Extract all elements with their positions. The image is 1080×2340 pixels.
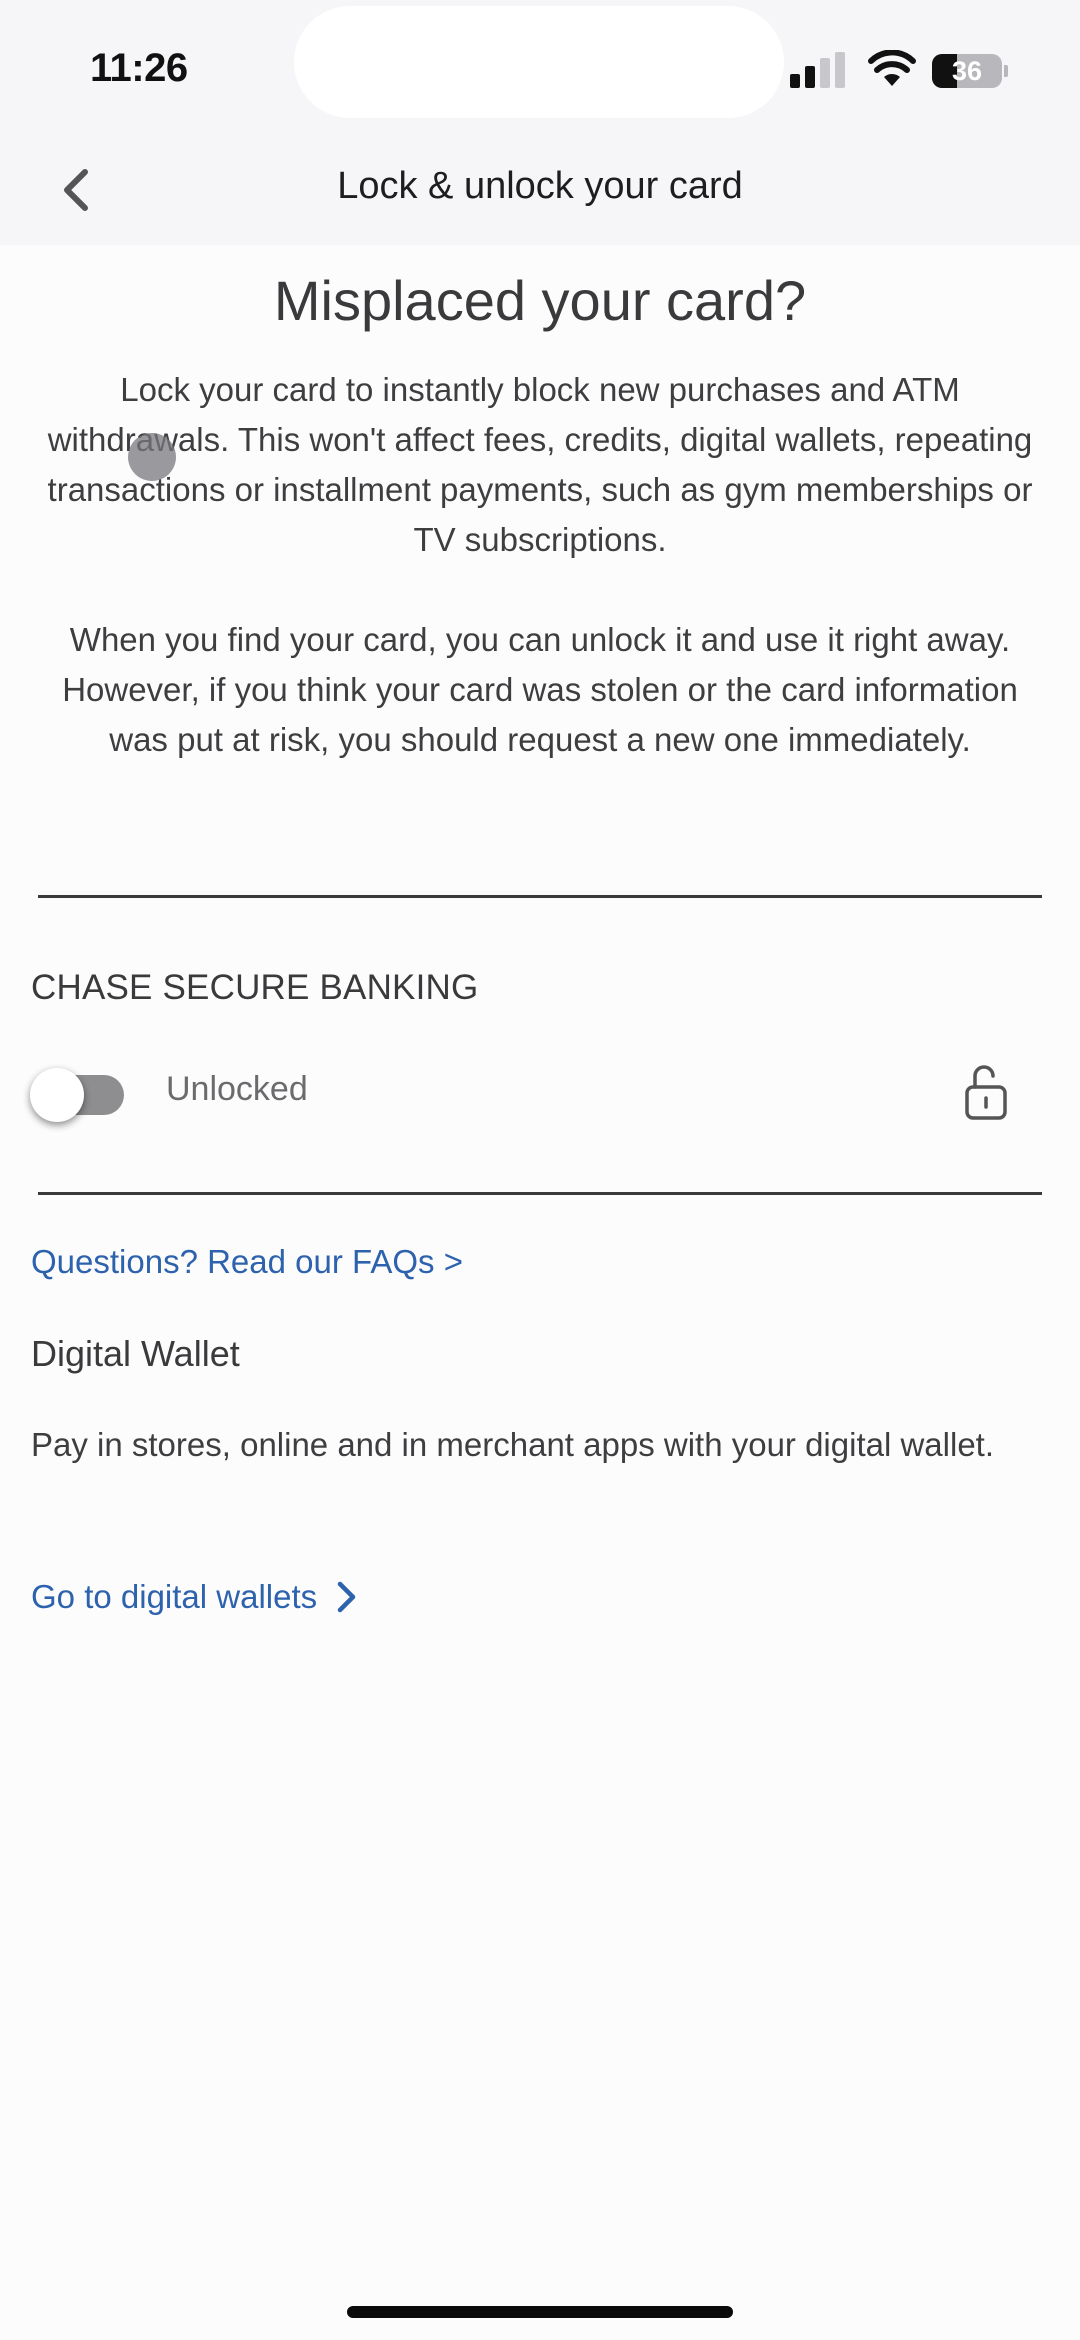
divider	[38, 1192, 1042, 1195]
page-title: Lock & unlock your card	[337, 165, 743, 207]
battery-percent: 36	[951, 56, 983, 86]
signal-bar	[790, 74, 800, 88]
signal-bar	[835, 52, 845, 88]
go-to-digital-wallets-link[interactable]: Go to digital wallets	[31, 1578, 361, 1616]
lock-status-label: Unlocked	[166, 1070, 308, 1108]
battery-icon: 36	[932, 54, 1008, 88]
account-name: CHASE SECURE BANKING	[31, 968, 479, 1007]
battery-body: 36	[932, 54, 1002, 88]
battery-nub	[1004, 65, 1008, 77]
signal-bar	[805, 66, 815, 88]
faq-link[interactable]: Questions? Read our FAQs >	[31, 1243, 463, 1281]
digital-wallet-heading: Digital Wallet	[31, 1333, 240, 1374]
unlocked-padlock-icon	[965, 1065, 1007, 1120]
toggle-knob	[30, 1068, 84, 1122]
signal-bar	[820, 58, 830, 88]
home-indicator[interactable]	[347, 2306, 733, 2318]
wifi-icon	[868, 50, 916, 86]
go-to-digital-wallets-label: Go to digital wallets	[31, 1578, 318, 1615]
lock-unlock-card-screen: 11:26 36 Lock & unlock your card Misplac…	[0, 0, 1080, 2340]
status-time: 11:26	[90, 46, 188, 90]
touch-indicator	[128, 433, 176, 481]
cellular-signal-icon	[790, 52, 846, 88]
dynamic-island	[294, 6, 784, 118]
unlock-explanation-text: When you find your card, you can unlock …	[62, 621, 1018, 758]
lock-card-toggle[interactable]	[30, 1068, 126, 1122]
misplaced-card-heading: Misplaced your card?	[273, 269, 807, 332]
digital-wallet-description: Pay in stores, online and in merchant ap…	[31, 1426, 995, 1463]
lock-explanation-text: Lock your card to instantly block new pu…	[47, 371, 1033, 558]
chevron-right-icon	[337, 1581, 356, 1613]
divider	[38, 895, 1042, 898]
